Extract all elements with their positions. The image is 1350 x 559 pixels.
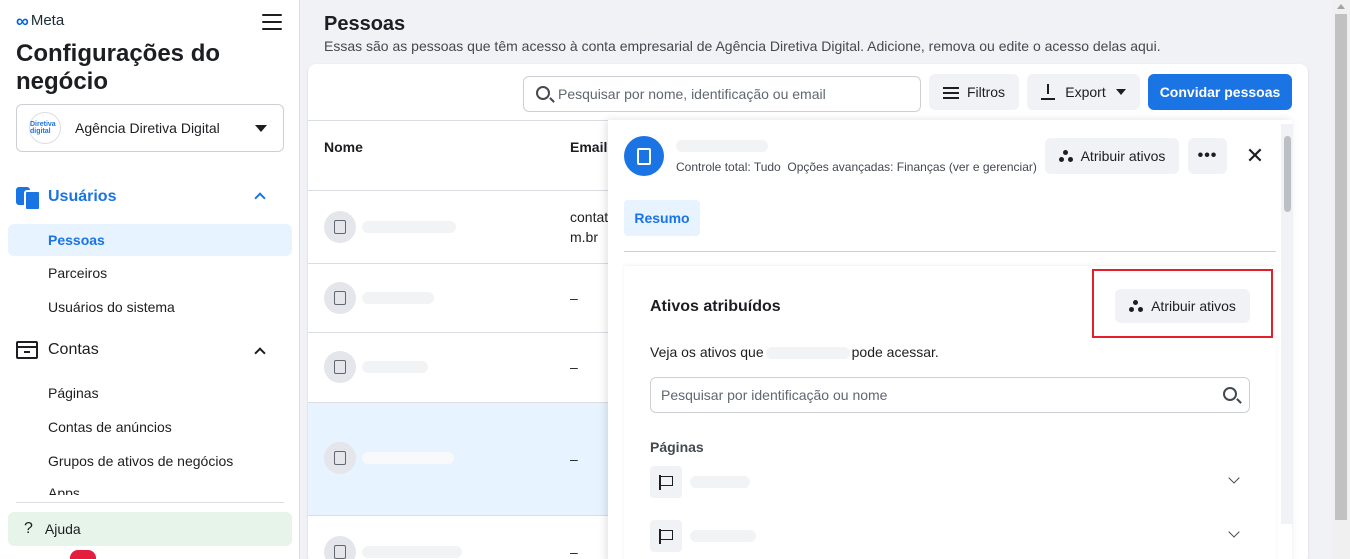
- business-account-selector[interactable]: Diretiva digital Agência Diretiva Digita…: [16, 104, 284, 152]
- permission-summary: Controle total: Tudo Opções avançadas: F…: [676, 160, 1037, 174]
- pages-section-label: Páginas: [650, 439, 704, 455]
- chevron-up-icon: [254, 347, 266, 359]
- redacted-name: [765, 347, 850, 360]
- sidebar-item-parceiros[interactable]: Parceiros: [8, 257, 292, 289]
- column-header-email[interactable]: Email: [570, 139, 607, 155]
- flag-icon: [650, 520, 682, 552]
- help-button[interactable]: ? Ajuda: [8, 512, 292, 546]
- redacted-page-name: [690, 476, 750, 488]
- sidebar-item-ad-accounts[interactable]: Contas de anúncios: [8, 411, 292, 443]
- person-detail-panel: Controle total: Tudo Opções avançadas: F…: [608, 120, 1292, 559]
- filters-button[interactable]: Filtros: [929, 74, 1019, 110]
- user-badge-icon: [334, 451, 346, 465]
- flag-icon: [650, 466, 682, 498]
- sidebar-item-apps[interactable]: Apps: [8, 479, 292, 495]
- people-search-input[interactable]: Pesquisar por nome, identificação ou ema…: [523, 76, 921, 112]
- question-icon: ?: [24, 520, 33, 537]
- caret-down-icon: [1115, 89, 1126, 95]
- redacted-name: [362, 292, 434, 304]
- sidebar-item-system-users[interactable]: Usuários do sistema: [8, 291, 292, 323]
- assets-network-icon: [1058, 150, 1073, 162]
- email-cell: –: [570, 451, 578, 467]
- email-cell: –: [570, 544, 578, 559]
- page-scrollbar[interactable]: [1332, 0, 1350, 559]
- person-avatar: [624, 136, 664, 176]
- sidebar-section-users[interactable]: Usuários: [16, 186, 276, 211]
- assign-assets-header-button[interactable]: Atribuir ativos: [1045, 138, 1179, 174]
- user-avatar: [324, 442, 356, 474]
- user-badge-icon: [637, 147, 651, 165]
- page-scroll-thumb[interactable]: [1335, 14, 1347, 520]
- sidebar: ∞ Meta Configurações do negócio Diretiva…: [0, 0, 300, 559]
- email-cell: –: [570, 290, 578, 306]
- download-icon: [1041, 84, 1056, 100]
- sidebar-divider: [16, 502, 284, 503]
- user-badge-icon: [334, 220, 346, 234]
- tab-resumo[interactable]: Resumo: [624, 200, 700, 236]
- assign-assets-button[interactable]: Atribuir ativos: [1115, 289, 1250, 323]
- chevron-down-icon[interactable]: [1228, 526, 1240, 538]
- sidebar-item-asset-groups[interactable]: Grupos de ativos de negócios: [8, 445, 292, 477]
- table-row[interactable]: contat m.br: [308, 190, 608, 263]
- user-avatar: [324, 211, 356, 243]
- user-badge-icon: [334, 545, 346, 559]
- redacted-name: [362, 452, 454, 464]
- user-avatar: [324, 282, 356, 314]
- table-row[interactable]: –: [308, 515, 608, 559]
- business-name: Agência Diretiva Digital: [75, 120, 220, 136]
- close-icon[interactable]: ✕: [1244, 142, 1266, 170]
- panel-scroll-thumb[interactable]: [1284, 136, 1291, 212]
- redacted-name: [362, 361, 428, 373]
- menu-icon[interactable]: [262, 14, 282, 30]
- search-icon: [1223, 387, 1237, 401]
- email-cell: –: [570, 359, 578, 375]
- archive-box-icon: [16, 341, 38, 359]
- scroll-up-icon[interactable]: [1337, 4, 1345, 9]
- assigned-assets-description: Veja os ativos que pode acessar.: [650, 344, 939, 360]
- sidebar-item-paginas[interactable]: Páginas: [8, 377, 292, 409]
- redacted-name: [362, 221, 456, 233]
- assigned-assets-title: Ativos atribuídos: [650, 298, 781, 315]
- people-card: Pesquisar por nome, identificação ou ema…: [308, 64, 1308, 559]
- meta-infinity-icon: ∞: [16, 10, 29, 31]
- column-header-name[interactable]: Nome: [324, 139, 363, 155]
- sidebar-item-pessoas[interactable]: Pessoas: [8, 224, 292, 256]
- notification-badge[interactable]: [70, 550, 96, 559]
- chevron-up-icon: [254, 192, 266, 204]
- table-row-selected[interactable]: –: [308, 402, 608, 515]
- redacted-person-name: [676, 140, 768, 152]
- chevron-down-icon[interactable]: [1228, 472, 1240, 484]
- meta-logo[interactable]: ∞ Meta: [16, 10, 64, 31]
- business-settings-title: Configurações do negócio: [16, 40, 221, 95]
- panel-scrollbar[interactable]: [1281, 124, 1293, 524]
- table-row[interactable]: –: [308, 332, 608, 402]
- more-options-button[interactable]: •••: [1188, 138, 1227, 174]
- assets-network-icon: [1129, 300, 1144, 312]
- table-row[interactable]: –: [308, 263, 608, 332]
- email-cell: contat m.br: [570, 209, 609, 245]
- business-logo: Diretiva digital: [29, 112, 61, 144]
- page-asset-row[interactable]: [650, 520, 1250, 552]
- invite-people-button[interactable]: Convidar pessoas: [1148, 74, 1292, 110]
- user-badge-icon: [334, 360, 346, 374]
- search-icon: [536, 86, 550, 100]
- user-badge-icon: [334, 291, 346, 305]
- sliders-icon: [942, 86, 959, 99]
- user-avatar: [324, 536, 356, 559]
- redacted-page-name: [690, 530, 756, 542]
- users-icon: [16, 186, 41, 211]
- export-button[interactable]: Export: [1027, 74, 1140, 110]
- asset-search-input[interactable]: Pesquisar por identificação ou nome: [650, 377, 1250, 413]
- panel-divider: [624, 251, 1276, 252]
- table-header: Nome Email: [308, 120, 608, 190]
- redacted-name: [362, 546, 462, 558]
- caret-down-icon: [255, 125, 267, 132]
- page-title: Pessoas: [324, 13, 406, 35]
- page-subtitle: Essas são as pessoas que têm acesso à co…: [324, 38, 1161, 54]
- assigned-assets-section: Ativos atribuídos Atribuir ativos Veja o…: [624, 266, 1276, 559]
- sidebar-section-contas[interactable]: Contas: [16, 341, 276, 359]
- user-avatar: [324, 351, 356, 383]
- page-asset-row[interactable]: [650, 466, 1250, 498]
